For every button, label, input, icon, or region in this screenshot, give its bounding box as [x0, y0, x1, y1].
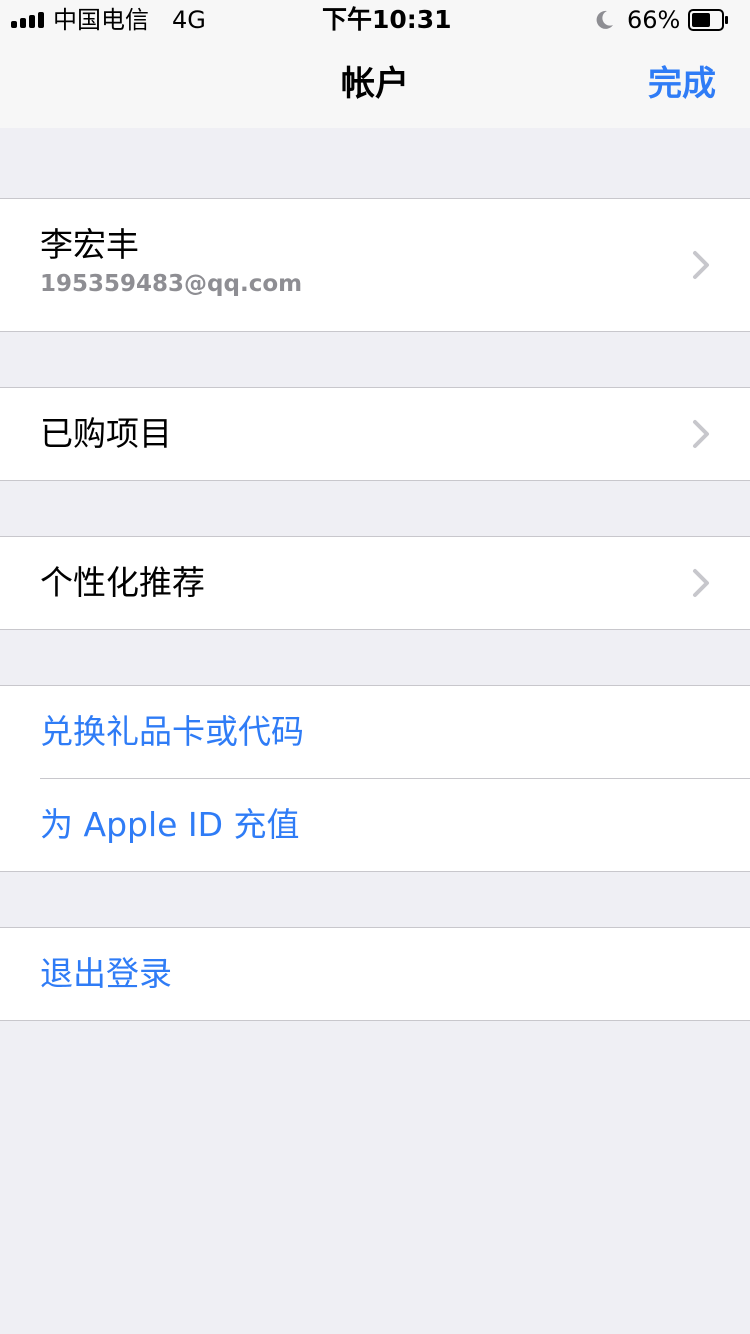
- clock: 下午10:31: [322, 5, 452, 34]
- status-bar: 中国电信 4G 下午10:31 66%: [0, 0, 750, 40]
- account-row[interactable]: 李宏丰 195359483@qq.com: [0, 199, 750, 331]
- sign-out-group: 退出登录: [0, 927, 750, 1021]
- redeem-row[interactable]: 兑换礼品卡或代码: [0, 686, 750, 778]
- funds-group: 兑换礼品卡或代码 为 Apple ID 充值: [0, 685, 750, 872]
- network-type: 4G: [172, 6, 206, 34]
- purchased-row[interactable]: 已购项目: [0, 388, 750, 480]
- sign-out-row[interactable]: 退出登录: [0, 928, 750, 1020]
- carrier-name: 中国电信: [53, 6, 149, 34]
- done-button[interactable]: 完成: [648, 62, 716, 106]
- moon-icon: [596, 10, 613, 29]
- add-funds-link: 为 Apple ID 充值: [40, 805, 300, 844]
- redeem-gift-card-link: 兑换礼品卡或代码: [40, 712, 304, 751]
- signal-icon: [11, 12, 45, 28]
- battery-percent: 66%: [627, 6, 681, 34]
- chevron-right-icon: [693, 420, 709, 448]
- personalized-group: 个性化推荐: [0, 536, 750, 630]
- battery-icon: [688, 9, 728, 31]
- sign-out-button: 退出登录: [40, 954, 172, 993]
- chevron-right-icon: [693, 251, 709, 279]
- purchased-group: 已购项目: [0, 387, 750, 481]
- personalized-row[interactable]: 个性化推荐: [0, 537, 750, 629]
- chevron-right-icon: [693, 569, 709, 597]
- account-name: 李宏丰: [40, 225, 139, 264]
- add-funds-row[interactable]: 为 Apple ID 充值: [0, 778, 750, 871]
- personalized-label: 个性化推荐: [40, 563, 205, 602]
- account-group: 李宏丰 195359483@qq.com: [0, 198, 750, 332]
- account-email: 195359483@qq.com: [40, 271, 303, 297]
- page-title: 帐户: [341, 64, 409, 104]
- navigation-bar: 帐户 完成: [0, 40, 750, 128]
- purchased-label: 已购项目: [40, 414, 172, 453]
